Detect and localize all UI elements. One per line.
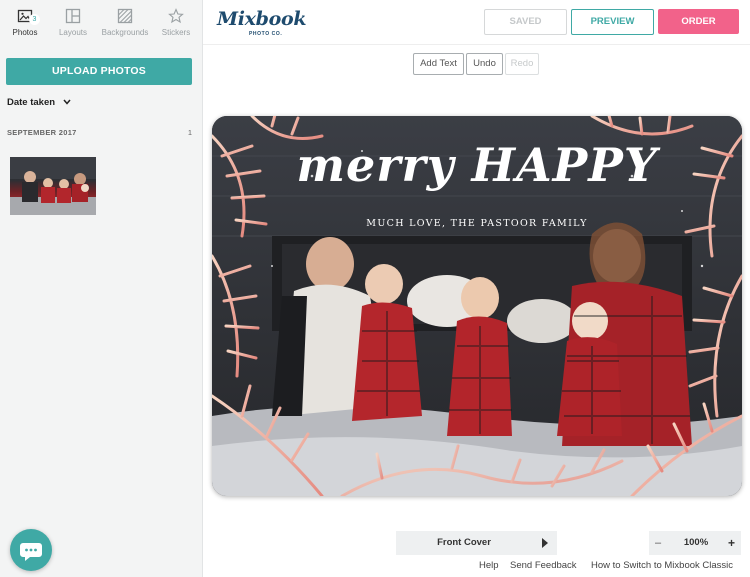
sort-dropdown[interactable]: Date taken bbox=[7, 97, 71, 108]
zoom-control: – 100% + bbox=[649, 531, 741, 555]
tab-photos-label: Photos bbox=[12, 28, 38, 37]
switch-classic-link[interactable]: How to Switch to Mixbook Classic bbox=[591, 560, 733, 571]
photo-count-badge: 3 bbox=[29, 14, 40, 25]
tab-backgrounds[interactable]: Backgrounds bbox=[99, 0, 151, 46]
zoom-value: 100% bbox=[683, 537, 709, 548]
help-link[interactable]: Help bbox=[479, 560, 499, 571]
sort-label: Date taken bbox=[7, 97, 56, 108]
sidebar: 3 Photos Layouts Backgrounds Stickers UP… bbox=[0, 0, 203, 577]
tab-stickers[interactable]: Stickers bbox=[151, 0, 201, 46]
page-navigator[interactable]: Front Cover bbox=[396, 531, 557, 555]
family-photo-thumbnail-image bbox=[10, 157, 96, 215]
tab-backgrounds-label: Backgrounds bbox=[101, 28, 149, 37]
tab-photos[interactable]: 3 Photos bbox=[0, 0, 50, 46]
redo-button[interactable]: Redo bbox=[505, 53, 539, 75]
chat-button[interactable] bbox=[10, 529, 52, 571]
zoom-out-button[interactable]: – bbox=[655, 531, 661, 555]
zoom-in-button[interactable]: + bbox=[728, 531, 735, 555]
card-greeting[interactable]: merry HAPPY bbox=[212, 138, 742, 192]
logo-text: Mixbook bbox=[217, 8, 307, 30]
chevron-down-icon bbox=[63, 99, 71, 106]
preview-button[interactable]: PREVIEW bbox=[571, 9, 654, 35]
next-page-arrow-icon[interactable] bbox=[542, 538, 548, 548]
sidebar-tabs: 3 Photos Layouts Backgrounds Stickers bbox=[0, 0, 202, 46]
logo-subtext: PHOTO CO. bbox=[249, 31, 283, 37]
upload-photos-button[interactable]: UPLOAD PHOTOS bbox=[6, 58, 192, 85]
chat-icon bbox=[20, 543, 42, 561]
photo-thumbnail[interactable] bbox=[10, 157, 96, 215]
tab-layouts-label: Layouts bbox=[58, 28, 88, 37]
page-label: Front Cover bbox=[437, 537, 491, 548]
background-icon bbox=[117, 8, 133, 24]
photo-group-title: SEPTEMBER 2017 bbox=[7, 128, 77, 137]
layout-icon bbox=[65, 8, 81, 24]
photo-group-count: 1 bbox=[187, 128, 192, 137]
tab-stickers-label: Stickers bbox=[161, 28, 191, 37]
order-button[interactable]: ORDER bbox=[658, 9, 739, 34]
tab-layouts[interactable]: Layouts bbox=[48, 0, 98, 46]
mixbook-logo[interactable]: Mixbook PHOTO CO. bbox=[217, 8, 307, 37]
star-icon bbox=[168, 8, 184, 24]
add-text-button[interactable]: Add Text bbox=[413, 53, 464, 75]
undo-button[interactable]: Undo bbox=[466, 53, 503, 75]
send-feedback-link[interactable]: Send Feedback bbox=[510, 560, 577, 571]
card-subtitle[interactable]: MUCH LOVE, THE PASTOOR FAMILY bbox=[212, 218, 742, 229]
saved-button[interactable]: SAVED bbox=[484, 9, 567, 35]
card-canvas[interactable]: merry HAPPY MUCH LOVE, THE PASTOOR FAMIL… bbox=[212, 116, 742, 496]
